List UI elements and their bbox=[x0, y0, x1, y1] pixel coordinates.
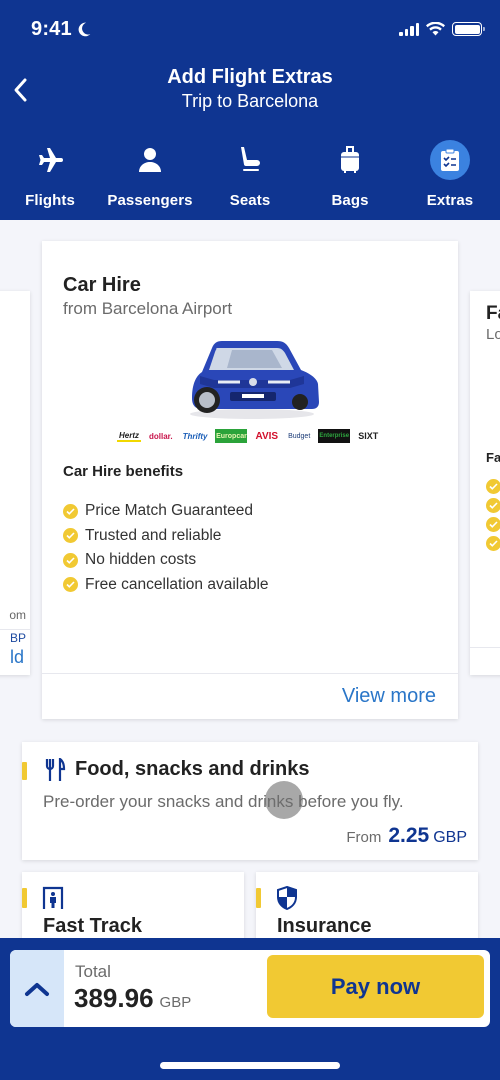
next-extra-card[interactable]: Fa Lo Fa bbox=[470, 291, 500, 675]
divider bbox=[42, 673, 458, 674]
step-passengers[interactable]: Passengers bbox=[100, 140, 200, 209]
pay-now-button[interactable]: Pay now bbox=[267, 955, 484, 1018]
benefit-item: Free cancellation available bbox=[63, 573, 269, 598]
benefit-item: Price Match Guaranteed bbox=[63, 499, 269, 524]
wifi-icon bbox=[426, 22, 445, 36]
benefit-text: No hidden costs bbox=[85, 551, 197, 569]
page-subtitle: Trip to Barcelona bbox=[181, 91, 319, 111]
status-time: 9:41 bbox=[31, 18, 72, 40]
prev-card-from-partial: om bbox=[9, 608, 26, 622]
from-label: From bbox=[346, 829, 382, 846]
car-image bbox=[190, 341, 319, 419]
hertz-logo: Hertz bbox=[117, 430, 142, 442]
next-card-checks bbox=[486, 479, 500, 551]
status-icons bbox=[399, 22, 485, 36]
step-label: Extras bbox=[426, 192, 474, 209]
next-card-title-partial: Fa bbox=[486, 303, 500, 324]
step-flights[interactable]: Flights bbox=[0, 140, 100, 209]
luggage-icon bbox=[341, 146, 359, 173]
food-price: From 2.25 GBP bbox=[346, 824, 467, 848]
check-icon bbox=[63, 503, 78, 519]
home-indicator[interactable] bbox=[160, 1062, 340, 1069]
price-value: 2.25 bbox=[388, 824, 430, 847]
food-description: Pre-order your snacks and drinks before … bbox=[43, 792, 404, 811]
fork-knife-icon bbox=[45, 758, 66, 781]
budget-logo: Budget bbox=[288, 432, 311, 440]
battery-icon bbox=[452, 22, 485, 36]
enterprise-logo: Enterprise bbox=[318, 429, 351, 443]
shield-icon bbox=[277, 886, 297, 910]
divider bbox=[0, 629, 30, 630]
booking-steps: Flights Passengers Seats Bags Extras bbox=[0, 140, 500, 220]
step-label: Passengers bbox=[107, 192, 193, 209]
total-label: Total bbox=[75, 962, 111, 981]
title-block: Add Flight Extras Trip to Barcelona bbox=[0, 64, 500, 112]
thrifty-logo: Thrifty bbox=[182, 431, 208, 441]
prev-card-action-partial[interactable]: ld bbox=[10, 647, 24, 668]
step-bags[interactable]: Bags bbox=[300, 140, 400, 209]
header: 9:41 Add Flight Extras Trip to Barcelona bbox=[0, 0, 500, 220]
check-icon bbox=[63, 552, 78, 568]
extras-carousel[interactable]: om BP ld Car Hire from Barcelona Airport… bbox=[0, 220, 500, 730]
check-icon bbox=[486, 536, 500, 551]
accent-bar bbox=[22, 888, 27, 908]
step-label: Seats bbox=[229, 192, 271, 209]
clipboard-checklist-icon bbox=[441, 148, 459, 171]
total-amount: 389.96 GBP bbox=[74, 983, 191, 1014]
benefit-text: Price Match Guaranteed bbox=[85, 502, 254, 520]
touch-indicator bbox=[265, 781, 303, 819]
next-card-subtitle-partial: Lo bbox=[486, 326, 500, 343]
view-more-link[interactable]: View more bbox=[342, 685, 436, 708]
dollar-logo: dollar. bbox=[149, 431, 173, 441]
food-title: Food, snacks and drinks bbox=[75, 758, 310, 780]
europcar-logo: Europcar bbox=[215, 429, 248, 443]
accent-bar bbox=[22, 762, 27, 780]
moon-icon bbox=[78, 22, 91, 37]
total-value: 389.96 bbox=[74, 983, 154, 1013]
page-title: Add Flight Extras bbox=[167, 66, 333, 88]
check-icon bbox=[486, 479, 500, 494]
avis-logo: AVIS bbox=[255, 430, 279, 442]
airplane-icon bbox=[39, 148, 63, 172]
step-extras[interactable]: Extras bbox=[400, 140, 500, 209]
prev-card-currency-partial: BP bbox=[9, 631, 26, 645]
fast-track-title: Fast Track bbox=[43, 915, 142, 937]
divider bbox=[470, 647, 500, 648]
car-hire-title: Car Hire bbox=[63, 274, 141, 296]
total-panel: Total 389.96 GBP Pay now bbox=[10, 950, 490, 1027]
accent-bar bbox=[256, 888, 261, 908]
insurance-title: Insurance bbox=[277, 915, 372, 937]
step-label: Bags bbox=[331, 192, 369, 209]
seat-icon bbox=[241, 147, 260, 171]
prev-extra-card[interactable]: om BP ld bbox=[0, 291, 30, 675]
car-hire-subtitle: from Barcelona Airport bbox=[63, 299, 233, 318]
person-icon bbox=[139, 148, 161, 172]
total-currency: GBP bbox=[159, 994, 192, 1011]
check-icon bbox=[486, 517, 500, 532]
step-seats[interactable]: Seats bbox=[200, 140, 300, 209]
check-icon bbox=[63, 577, 78, 593]
check-icon bbox=[486, 498, 500, 513]
benefits-list: Price Match Guaranteed Trusted and relia… bbox=[63, 499, 269, 597]
food-card[interactable]: Food, snacks and drinks Pre-order your s… bbox=[22, 742, 478, 860]
next-card-benefits-title-partial: Fa bbox=[486, 450, 500, 465]
check-icon bbox=[63, 528, 78, 544]
benefits-title: Car Hire benefits bbox=[63, 463, 184, 480]
signal-icon bbox=[399, 23, 419, 36]
price-currency: GBP bbox=[433, 829, 467, 846]
bottom-bar: Total 389.96 GBP Pay now bbox=[0, 938, 500, 1080]
car-hire-card[interactable]: Car Hire from Barcelona Airport Hertz do… bbox=[42, 241, 458, 719]
sixt-logo: SIXT bbox=[358, 431, 379, 441]
benefit-item: Trusted and reliable bbox=[63, 524, 269, 549]
benefit-item: No hidden costs bbox=[63, 548, 269, 573]
benefit-text: Free cancellation available bbox=[85, 575, 269, 593]
expand-total-button[interactable] bbox=[10, 950, 64, 1027]
status-bar: 9:41 bbox=[0, 0, 500, 60]
step-label: Flights bbox=[25, 192, 75, 209]
partner-logos: Hertz dollar. Thrifty Europcar AVIS Budg… bbox=[117, 427, 387, 445]
fast-track-gate-icon bbox=[42, 886, 64, 909]
chevron-up-icon bbox=[25, 982, 49, 996]
benefit-text: Trusted and reliable bbox=[85, 526, 222, 544]
